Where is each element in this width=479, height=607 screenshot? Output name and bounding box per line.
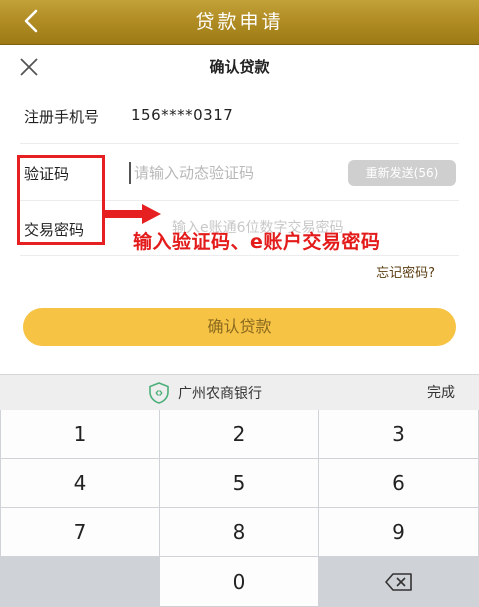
key-8[interactable]: 8 (160, 508, 318, 556)
resend-code-button[interactable]: 重新发送(56) (348, 160, 456, 186)
keyboard-brand: 广州农商银行 (148, 375, 262, 411)
divider (20, 255, 459, 256)
page-title: 贷款申请 (195, 11, 284, 33)
key-1[interactable]: 1 (1, 410, 159, 458)
top-nav-bar: 贷款申请 (0, 0, 479, 45)
numeric-keypad: 1 2 3 4 5 6 7 8 9 0 (0, 410, 479, 607)
divider (20, 143, 459, 144)
key-9[interactable]: 9 (319, 508, 478, 556)
annotation-text: 输入验证码、e账户交易密码 (133, 231, 381, 253)
keyboard-done-button[interactable]: 完成 (427, 375, 455, 411)
phone-value: 156****0317 (131, 106, 234, 124)
key-6[interactable]: 6 (319, 459, 478, 507)
phone-label: 注册手机号 (24, 108, 100, 126)
keyboard-toolbar: 广州农商银行 完成 (0, 374, 479, 411)
divider (20, 200, 459, 201)
sheet-title: 确认贷款 (209, 58, 270, 76)
key-2[interactable]: 2 (160, 410, 318, 458)
key-backspace[interactable] (319, 557, 478, 606)
text-caret (129, 162, 131, 184)
verification-code-input[interactable] (134, 160, 334, 186)
key-0[interactable]: 0 (160, 557, 318, 606)
key-5[interactable]: 5 (160, 459, 318, 507)
sheet-header: 确认贷款 (0, 46, 479, 88)
key-4[interactable]: 4 (1, 459, 159, 507)
key-blank (1, 557, 159, 606)
key-3[interactable]: 3 (319, 410, 478, 458)
backspace-icon (384, 572, 412, 591)
code-label: 验证码 (24, 165, 70, 183)
password-label: 交易密码 (24, 221, 85, 239)
key-7[interactable]: 7 (1, 508, 159, 556)
confirm-loan-button[interactable]: 确认贷款 (23, 308, 456, 346)
shield-icon (149, 382, 169, 404)
forgot-password-link[interactable]: 忘记密码? (376, 262, 435, 281)
annotation-arrow-icon (104, 204, 161, 224)
bank-name: 广州农商银行 (178, 386, 262, 402)
